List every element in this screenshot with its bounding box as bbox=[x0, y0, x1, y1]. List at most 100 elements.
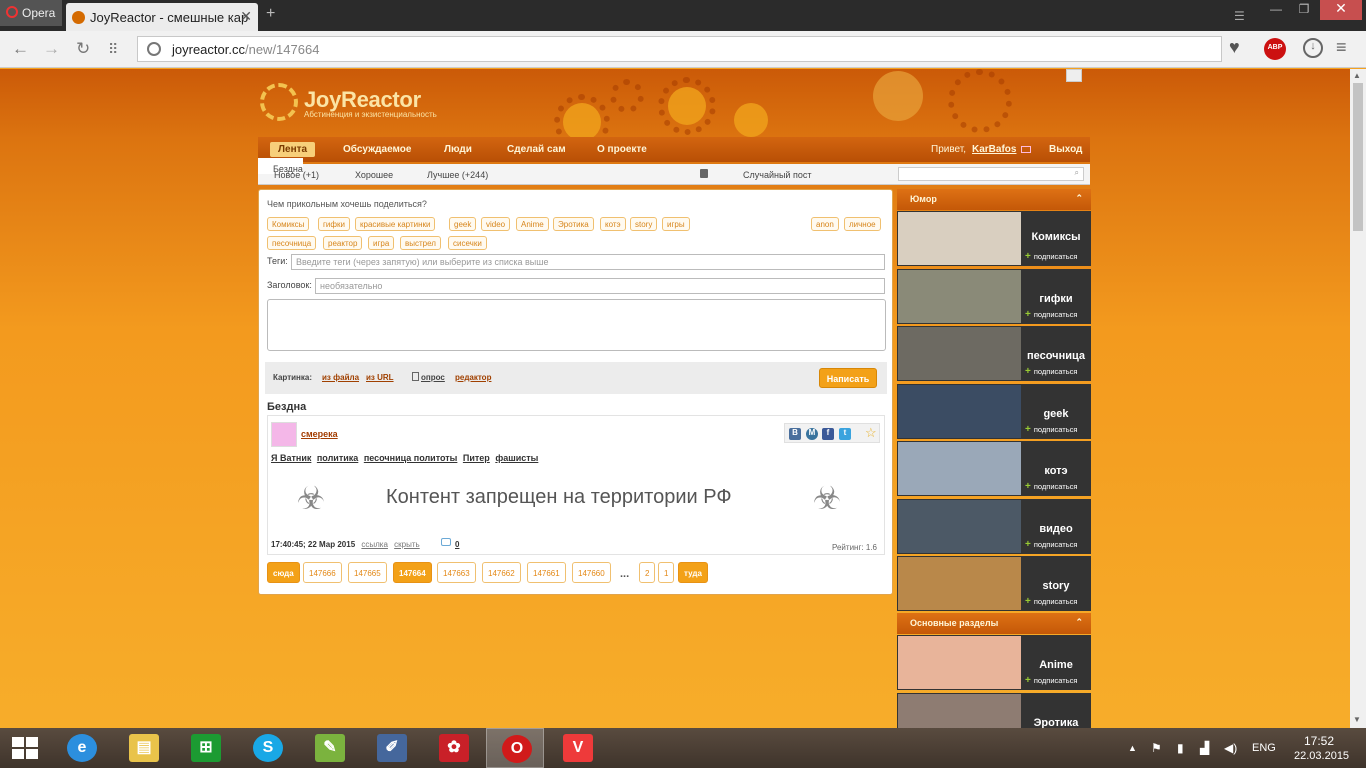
tray-expand-icon[interactable]: ▲ bbox=[1128, 743, 1137, 753]
editor-link[interactable]: редактор bbox=[455, 373, 491, 382]
comment-count[interactable]: 0 bbox=[455, 540, 459, 549]
pagination-page[interactable]: 147661 bbox=[527, 562, 566, 583]
fandom-thumbnail[interactable] bbox=[898, 499, 1021, 553]
pagination-page[interactable]: 147665 bbox=[348, 562, 387, 583]
pagination-next[interactable]: туда bbox=[678, 562, 708, 583]
search-icon[interactable]: ⌕ bbox=[1075, 168, 1079, 178]
subnav-new[interactable]: Новое (+1) bbox=[274, 170, 319, 180]
tag-game[interactable]: игра bbox=[368, 236, 395, 250]
tag-gifs[interactable]: гифки bbox=[318, 217, 350, 231]
tag-reactor[interactable]: реактор bbox=[323, 236, 363, 250]
browser-tab[interactable]: JoyReactor - смешные кар ✕ bbox=[66, 3, 258, 31]
subscribe-link[interactable]: подписаться bbox=[1025, 366, 1078, 377]
fandom-name[interactable]: Комиксы bbox=[1021, 231, 1091, 243]
windows-start-icon[interactable] bbox=[12, 737, 38, 759]
taskbar-app-notepad[interactable]: ✎ bbox=[300, 728, 358, 768]
flag-icon[interactable]: ⚑ bbox=[1151, 741, 1162, 755]
post-tag[interactable]: Я Ватник bbox=[271, 453, 311, 463]
nav-discussed[interactable]: Обсуждаемое bbox=[343, 144, 411, 155]
tag-games[interactable]: игры bbox=[662, 217, 690, 231]
taskbar-app-store[interactable]: ⊞ bbox=[176, 728, 234, 768]
tag-pictures[interactable]: красивые картинки bbox=[355, 217, 436, 231]
tag-video[interactable]: video bbox=[481, 217, 511, 231]
joyreactor-logo-icon[interactable] bbox=[260, 83, 298, 121]
taskbar-app-paint[interactable]: ✐ bbox=[362, 728, 420, 768]
post-tag[interactable]: песочница политоты bbox=[364, 453, 458, 463]
download-icon[interactable]: ↓ bbox=[1303, 38, 1323, 58]
tag-personal[interactable]: личное bbox=[844, 217, 881, 231]
tag-anime[interactable]: Anime bbox=[516, 217, 549, 231]
speed-dial-icon[interactable]: ⠿ bbox=[108, 41, 118, 58]
tag-kote[interactable]: котэ bbox=[600, 217, 626, 231]
fandom-name[interactable]: видео bbox=[1021, 523, 1091, 535]
minimize-icon[interactable]: — bbox=[1262, 2, 1290, 22]
tag-geek[interactable]: geek bbox=[449, 217, 477, 231]
tag-sandbox[interactable]: песочница bbox=[267, 236, 317, 250]
fandom-tile[interactable]: story подписаться bbox=[897, 556, 1091, 611]
mailru-share-icon[interactable]: M bbox=[806, 428, 818, 440]
pagination-page[interactable]: 147666 bbox=[303, 562, 342, 583]
post-tag[interactable]: фашисты bbox=[495, 453, 538, 463]
restore-icon[interactable]: ❐ bbox=[1290, 2, 1318, 22]
post-link[interactable]: ссылка bbox=[361, 540, 388, 549]
pagination-page[interactable]: 147662 bbox=[482, 562, 521, 583]
post-textarea[interactable] bbox=[267, 299, 886, 351]
taskbar-app-explorer[interactable]: ▤ bbox=[114, 728, 172, 768]
fandom-tile[interactable]: Anime подписаться bbox=[897, 635, 1091, 690]
tag-anon[interactable]: anon bbox=[811, 217, 839, 231]
fandom-name[interactable]: story bbox=[1021, 580, 1091, 592]
post-tag[interactable]: Питер bbox=[463, 453, 490, 463]
pagination-page[interactable]: 147660 bbox=[572, 562, 611, 583]
close-tab-icon[interactable]: ✕ bbox=[240, 8, 252, 25]
pagination-page[interactable]: 1 bbox=[658, 562, 675, 583]
twitter-share-icon[interactable]: t bbox=[839, 428, 851, 440]
battery-icon[interactable]: ▮ bbox=[1177, 741, 1184, 755]
fandom-thumbnail[interactable] bbox=[898, 693, 1021, 728]
tag-shot[interactable]: выстрел bbox=[400, 236, 441, 250]
subnav-random[interactable]: Случайный пост bbox=[743, 170, 811, 180]
url-field[interactable]: joyreactor.cc/new/147664 bbox=[137, 36, 1222, 62]
scroll-down-icon[interactable]: ▼ bbox=[1353, 715, 1361, 724]
pagination-prev[interactable]: сюда bbox=[267, 562, 300, 583]
subscribe-link[interactable]: подписаться bbox=[1025, 539, 1078, 550]
scroll-up-icon[interactable]: ▲ bbox=[1353, 71, 1361, 80]
nav-feed[interactable]: Лента bbox=[270, 142, 316, 157]
pagination-page-current[interactable]: 147664 bbox=[393, 562, 432, 583]
fandom-thumbnail[interactable] bbox=[898, 636, 1021, 689]
site-info-icon[interactable] bbox=[147, 42, 161, 56]
tag-boobs[interactable]: сисечки bbox=[448, 236, 487, 250]
avatar[interactable] bbox=[271, 422, 297, 447]
fandom-name[interactable]: geek bbox=[1021, 408, 1091, 420]
scrollbar-thumb[interactable] bbox=[1353, 83, 1363, 231]
bookmark-heart-icon[interactable]: ♥ bbox=[1229, 37, 1240, 58]
volume-icon[interactable]: ◀) bbox=[1224, 741, 1237, 755]
from-url-link[interactable]: из URL bbox=[366, 373, 394, 382]
subscribe-link[interactable]: подписаться bbox=[1025, 424, 1078, 435]
fandom-tile[interactable]: песочница подписаться bbox=[897, 326, 1091, 381]
new-tab-button[interactable]: + bbox=[266, 5, 275, 23]
taskbar-app-opera[interactable]: O bbox=[486, 728, 544, 768]
fandom-thumbnail[interactable] bbox=[898, 442, 1021, 495]
pagination-page[interactable]: 147663 bbox=[437, 562, 476, 583]
hide-post-link[interactable]: скрыть bbox=[394, 540, 420, 549]
fandom-tile[interactable]: Комиксы подписаться bbox=[897, 211, 1091, 266]
taskbar-app-ie[interactable]: e bbox=[52, 728, 110, 768]
subnav-good[interactable]: Хорошее bbox=[355, 170, 393, 180]
browser-menu-icon[interactable]: ≡ bbox=[1336, 37, 1347, 58]
reload-icon[interactable]: ↻ bbox=[76, 39, 90, 59]
forward-icon[interactable]: → bbox=[43, 39, 60, 59]
subnav-best[interactable]: Лучшее (+244) bbox=[427, 170, 488, 180]
taskbar-app-huawei[interactable]: ✿ bbox=[424, 728, 482, 768]
fandom-tile[interactable]: котэ подписаться bbox=[897, 441, 1091, 496]
fandom-thumbnail[interactable] bbox=[898, 269, 1021, 323]
nav-about[interactable]: О проекте bbox=[597, 144, 647, 155]
fandom-thumbnail[interactable] bbox=[898, 557, 1021, 610]
fandom-thumbnail[interactable] bbox=[898, 384, 1021, 438]
clock-date[interactable]: 22.03.2015 bbox=[1294, 750, 1349, 762]
subscribe-link[interactable]: подписаться bbox=[1025, 309, 1078, 320]
poll-link[interactable]: опрос bbox=[421, 373, 445, 382]
fandom-name[interactable]: гифки bbox=[1021, 293, 1091, 305]
fandom-tile[interactable]: Эротикаподписаться bbox=[897, 692, 1091, 728]
facebook-share-icon[interactable]: f bbox=[822, 428, 834, 440]
language-indicator[interactable]: ENG bbox=[1252, 742, 1276, 754]
